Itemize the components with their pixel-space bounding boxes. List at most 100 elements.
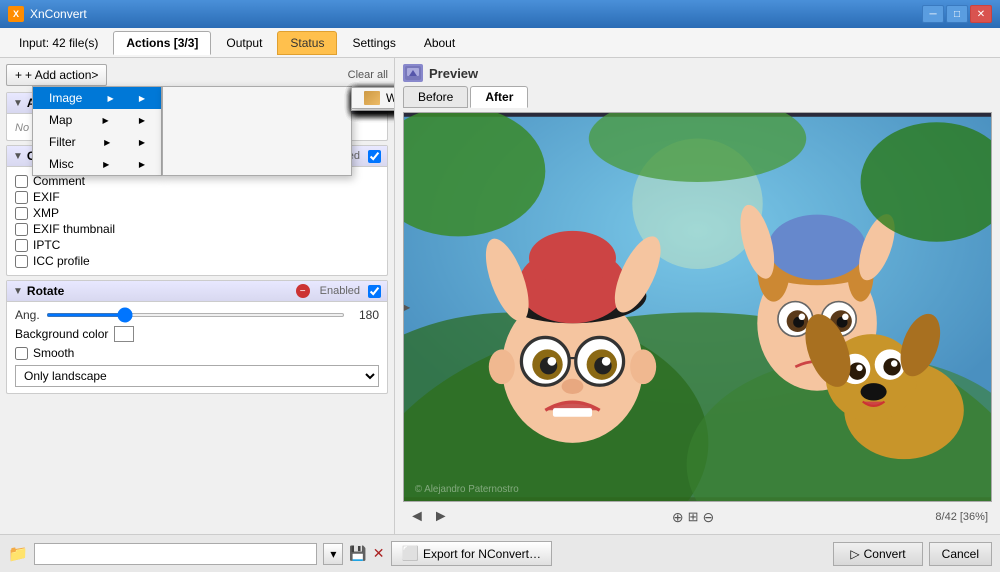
preview-image-svg: © Alejandro Paternostro xyxy=(404,113,991,501)
rotate-remove-button[interactable]: − xyxy=(296,284,310,298)
collapse-icon-2: ▼ xyxy=(13,151,23,162)
browse-path-button[interactable]: ▾ xyxy=(323,543,343,565)
add-action-label: + Add action> xyxy=(25,68,98,82)
zoom-buttons: ⊕ ⊞ ⊖ xyxy=(672,509,714,526)
add-action-button[interactable]: + + Add action> xyxy=(6,64,107,86)
zoom-fit-button[interactable]: ⊞ xyxy=(688,509,699,525)
title-bar-left: X XnConvert xyxy=(8,6,87,22)
tab-actions[interactable]: Actions [3/3] xyxy=(113,31,211,55)
preview-tabs: Before After xyxy=(403,86,992,108)
exif-thumbnail-label: EXIF thumbnail xyxy=(33,222,115,236)
title-bar: X XnConvert ─ □ ✕ xyxy=(0,0,1000,28)
submenu-arrow-icon-2: ▶ xyxy=(103,116,109,125)
rotate-header[interactable]: ▼ Rotate − Enabled xyxy=(7,281,387,302)
exif-thumbnail-checkbox[interactable] xyxy=(15,223,28,236)
output-path-input[interactable] xyxy=(34,543,317,565)
angle-slider[interactable] xyxy=(46,313,345,317)
submenu-arrow-icon: ▶ xyxy=(108,94,114,103)
rotate-section: ▼ Rotate − Enabled Ang. 180 Background c… xyxy=(6,280,388,394)
preview-controls: ◄ ► ⊕ ⊞ ⊖ 8/42 [36%] xyxy=(403,506,992,528)
clear-path-button[interactable]: ✕ xyxy=(373,545,385,562)
iptc-label: IPTC xyxy=(33,238,60,252)
zoom-out-button[interactable]: ⊖ xyxy=(703,509,715,526)
export-icon: ⬜ xyxy=(402,545,419,562)
export-nconvert-button[interactable]: ⬜ Export for NConvert… xyxy=(391,541,552,566)
clean-metadata-enabled-checkbox[interactable] xyxy=(368,150,381,163)
cancel-button[interactable]: Cancel xyxy=(929,542,992,566)
comment-checkbox[interactable] xyxy=(15,175,28,188)
preview-header: Preview xyxy=(403,64,992,82)
tab-about[interactable]: About xyxy=(411,31,468,55)
icc-profile-row: ICC profile xyxy=(15,253,379,269)
rotate-angle-row: Ang. 180 xyxy=(15,308,379,322)
rotate-enabled-checkbox[interactable] xyxy=(368,285,381,298)
main-content: + + Add action> Clear all ▼ Automatic… E… xyxy=(0,58,1000,534)
smooth-checkbox[interactable] xyxy=(15,347,28,360)
smooth-row: Smooth xyxy=(15,345,379,361)
convert-button[interactable]: ▷ Convert xyxy=(833,542,922,566)
navigation-buttons: ◄ ► xyxy=(407,508,451,526)
next-image-button[interactable]: ► xyxy=(431,508,451,526)
context-menu: Image ▶ Map ▶ Filter ▶ Misc ▶ xyxy=(32,86,352,176)
menu-item-map[interactable]: Map ▶ xyxy=(33,109,161,131)
xmp-label: XMP xyxy=(33,206,59,220)
landscape-select[interactable]: Only landscape All images Only portrait xyxy=(15,365,379,387)
preview-label: Preview xyxy=(429,66,478,81)
left-panel: + + Add action> Clear all ▼ Automatic… E… xyxy=(0,58,395,534)
icc-profile-label: ICC profile xyxy=(33,254,90,268)
rotate-title: Rotate xyxy=(27,284,64,298)
xmp-row: XMP xyxy=(15,205,379,221)
exif-thumbnail-row: EXIF thumbnail xyxy=(15,221,379,237)
bg-color-row: Background color xyxy=(15,326,379,342)
actions-toolbar: + + Add action> Clear all xyxy=(6,64,388,86)
clean-metadata-content: Comment EXIF XMP EXIF thumbnail IPTC xyxy=(7,167,387,275)
tab-output[interactable]: Output xyxy=(213,31,275,55)
exif-checkbox[interactable] xyxy=(15,191,28,204)
preview-icon xyxy=(403,64,423,82)
iptc-row: IPTC xyxy=(15,237,379,253)
window-title: XnConvert xyxy=(30,7,87,21)
minimize-button[interactable]: ─ xyxy=(922,5,944,23)
menu-item-filter-label: Filter xyxy=(49,135,76,149)
maximize-button[interactable]: □ xyxy=(946,5,968,23)
close-button[interactable]: ✕ xyxy=(970,5,992,23)
exif-label: EXIF xyxy=(33,190,60,204)
tab-input[interactable]: Input: 42 file(s) xyxy=(6,31,111,55)
smooth-label: Smooth xyxy=(33,346,74,360)
icc-profile-checkbox[interactable] xyxy=(15,255,28,268)
save-button[interactable]: 💾 xyxy=(349,545,366,562)
clear-all-button[interactable]: Clear all xyxy=(348,69,388,81)
collapse-icon-3: ▼ xyxy=(13,286,23,297)
submenu-arrow-icon-4: ▶ xyxy=(103,160,109,169)
convert-icon: ▷ xyxy=(850,547,859,561)
convert-label: Convert xyxy=(864,547,906,561)
angle-label: Ang. xyxy=(15,308,40,322)
prev-image-button[interactable]: ◄ xyxy=(407,508,427,526)
menu-item-map-label: Map xyxy=(49,113,72,127)
export-label: Export for NConvert… xyxy=(423,547,541,561)
exif-row: EXIF xyxy=(15,189,379,205)
folder-button[interactable]: 📁 xyxy=(8,544,28,564)
xmp-checkbox[interactable] xyxy=(15,207,28,220)
submenu-watermark[interactable]: Watermark xyxy=(351,87,395,109)
angle-value: 180 xyxy=(351,308,379,322)
tab-status[interactable]: Status xyxy=(277,31,337,55)
add-icon: + xyxy=(15,68,22,82)
iptc-checkbox[interactable] xyxy=(15,239,28,252)
preview-image-area: © Alejandro Paternostro ▶ xyxy=(403,112,992,502)
menu-item-misc[interactable]: Misc ▶ xyxy=(33,153,161,175)
enabled-label-3: Enabled xyxy=(320,285,360,297)
tab-before[interactable]: Before xyxy=(403,86,468,108)
menu-item-image-label: Image xyxy=(49,91,82,105)
image-submenu: Add mask Automatic crop Canvas resize Ch… xyxy=(162,86,352,176)
menu-item-image[interactable]: Image ▶ xyxy=(33,87,161,109)
tab-settings[interactable]: Settings xyxy=(339,31,408,55)
nav-arrow-right[interactable]: ▶ xyxy=(403,297,410,317)
tab-after[interactable]: After xyxy=(470,86,528,108)
zoom-in-button[interactable]: ⊕ xyxy=(672,509,684,526)
bg-color-label: Background color xyxy=(15,327,108,341)
menu-item-filter[interactable]: Filter ▶ xyxy=(33,131,161,153)
level1-menu: Image ▶ Map ▶ Filter ▶ Misc ▶ xyxy=(32,86,162,176)
tab-bar: Input: 42 file(s) Actions [3/3] Output S… xyxy=(0,28,1000,58)
bg-color-swatch[interactable] xyxy=(114,326,134,342)
